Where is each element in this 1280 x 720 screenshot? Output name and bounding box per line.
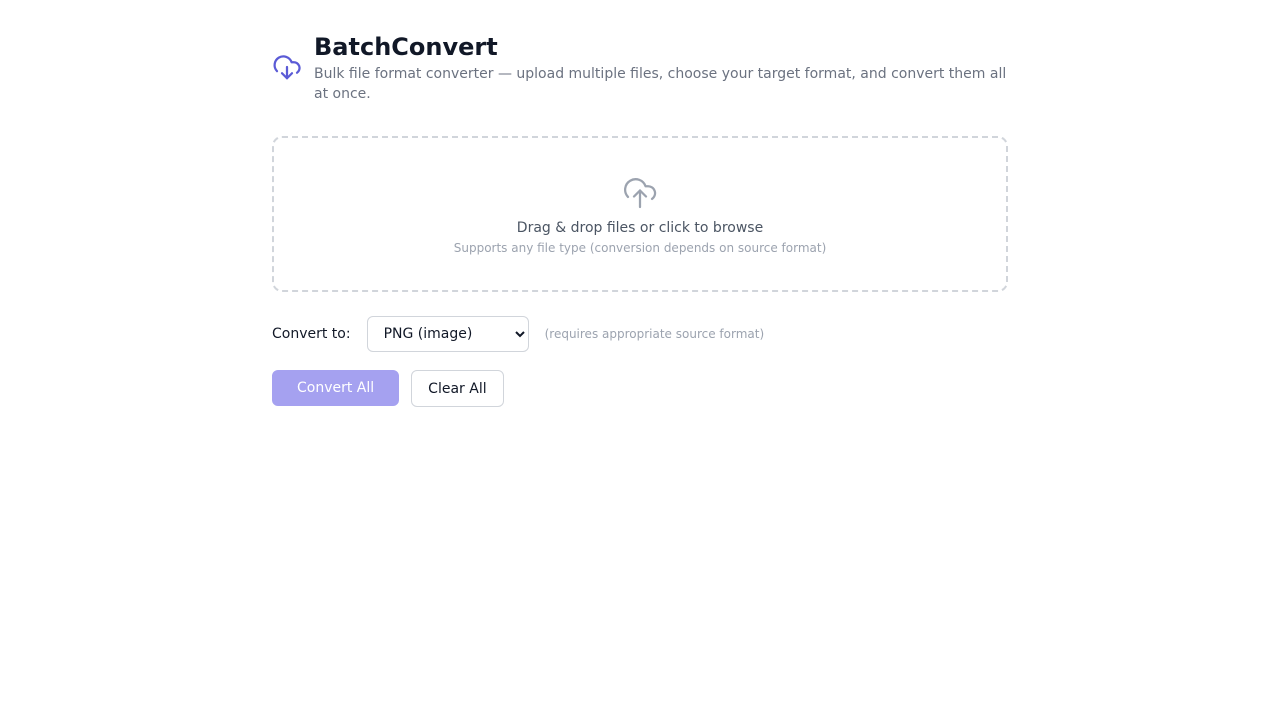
page-title: BatchConvert [314,33,498,61]
main-container: BatchConvert Bulk file format converter … [272,0,1008,407]
convert-format-row: Convert to: PNG (image) (requires approp… [272,316,1008,352]
dropzone-subtext: Supports any file type (conversion depen… [453,241,827,255]
convert-all-button[interactable]: Convert All [272,370,400,406]
action-buttons: Convert All Clear All [272,370,1008,407]
header: BatchConvert Bulk file format converter … [272,32,1008,104]
cloud-download-icon [272,52,302,82]
header-titles: BatchConvert Bulk file format converter … [314,32,1008,104]
format-select[interactable]: PNG (image) [366,316,529,352]
clear-all-button[interactable]: Clear All [411,370,504,407]
page-subtitle: Bulk file format converter — upload mult… [314,66,1007,102]
convert-to-label: Convert to: [272,326,351,342]
format-hint: (requires appropriate source format) [544,327,765,341]
cloud-upload-icon [622,174,658,210]
dropzone-text: Drag & drop files or click to browse [516,220,764,236]
file-dropzone[interactable]: Drag & drop files or click to browse Sup… [272,136,1008,292]
